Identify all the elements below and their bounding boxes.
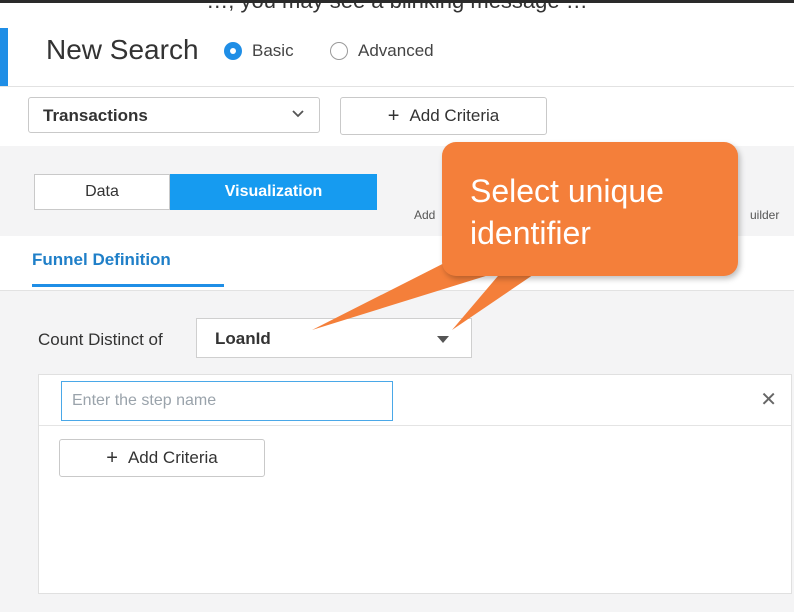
tutorial-callout: Select unique identifier	[442, 142, 738, 276]
callout-text: Select unique identifier	[470, 173, 664, 251]
callout-pointer	[312, 250, 552, 330]
